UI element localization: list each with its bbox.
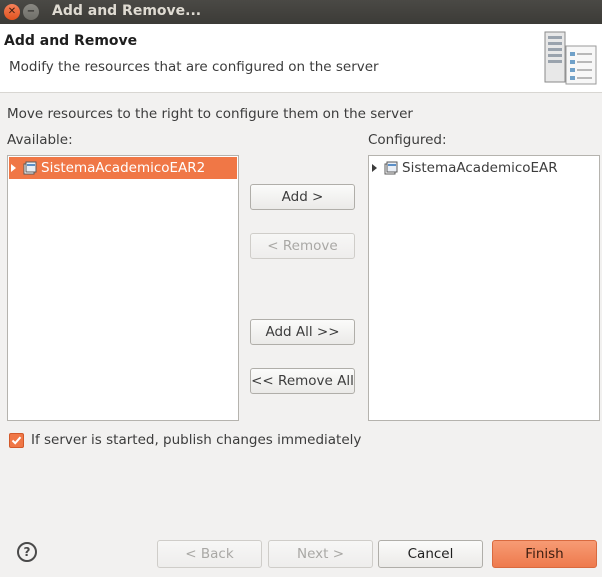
available-item[interactable]: SistemaAcademicoEAR2 (9, 157, 237, 179)
window-title: Add and Remove... (52, 3, 202, 19)
publish-checkbox[interactable] (9, 433, 24, 448)
dialog-description: Modify the resources that are configured… (9, 59, 379, 75)
back-button[interactable]: < Back (157, 540, 262, 568)
finish-button[interactable]: Finish (492, 540, 597, 568)
next-button[interactable]: Next > (268, 540, 373, 568)
remove-all-button[interactable]: << Remove All (250, 368, 355, 394)
configured-item[interactable]: SistemaAcademicoEAR (370, 157, 598, 179)
configured-list[interactable]: SistemaAcademicoEAR (368, 155, 600, 421)
ear-project-icon (384, 161, 398, 175)
expand-arrow-icon[interactable] (372, 164, 377, 172)
instructions-label: Move resources to the right to configure… (7, 106, 413, 122)
ear-project-icon (23, 161, 37, 175)
available-list[interactable]: SistemaAcademicoEAR2 (7, 155, 239, 421)
publish-label: If server is started, publish changes im… (31, 432, 362, 448)
close-window-button[interactable]: ✕ (4, 4, 20, 20)
expand-arrow-icon[interactable] (11, 164, 16, 172)
server-icon (544, 31, 597, 85)
cancel-button[interactable]: Cancel (378, 540, 483, 568)
remove-button[interactable]: < Remove (250, 233, 355, 259)
add-all-button[interactable]: Add All >> (250, 319, 355, 345)
checkmark-icon (11, 436, 22, 445)
configured-item-label: SistemaAcademicoEAR (402, 160, 558, 176)
dialog-title: Add and Remove (4, 33, 138, 49)
dialog-header: Add and Remove Modify the resources that… (0, 24, 602, 93)
window-titlebar: ✕ − Add and Remove... (0, 0, 602, 24)
configured-label: Configured: (368, 132, 447, 148)
add-button[interactable]: Add > (250, 184, 355, 210)
available-label: Available: (7, 132, 73, 148)
available-item-label: SistemaAcademicoEAR2 (41, 160, 206, 176)
minimize-window-button[interactable]: − (23, 4, 39, 20)
help-icon[interactable]: ? (17, 542, 37, 562)
